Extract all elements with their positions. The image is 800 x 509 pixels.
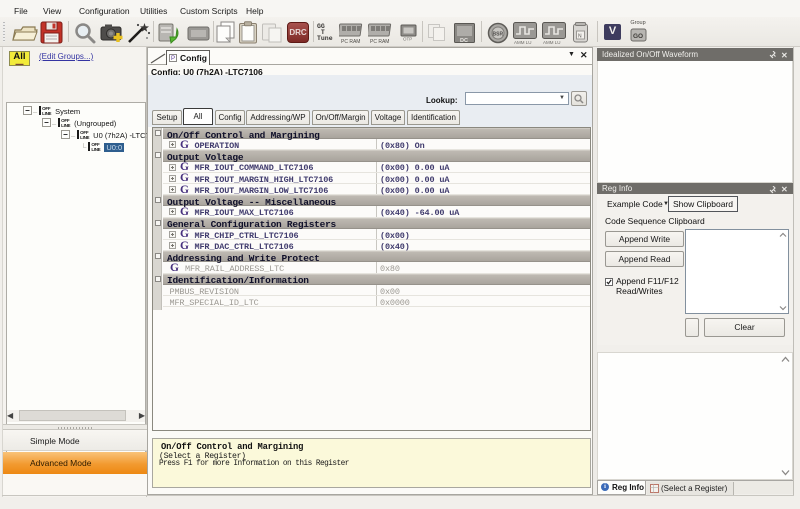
svg-text:N: N	[578, 34, 582, 40]
svg-text:AMM LU: AMM LU	[543, 40, 561, 45]
svg-text:DC: DC	[460, 38, 468, 44]
svg-text:GO: GO	[633, 33, 643, 40]
svg-text:BSR: BSR	[493, 32, 504, 38]
svg-text:OTP: OTP	[403, 37, 412, 42]
svg-text:AMM LU: AMM LU	[514, 40, 532, 45]
svg-text:PC RAM: PC RAM	[370, 39, 389, 44]
svg-text:PC RAM: PC RAM	[341, 39, 360, 44]
